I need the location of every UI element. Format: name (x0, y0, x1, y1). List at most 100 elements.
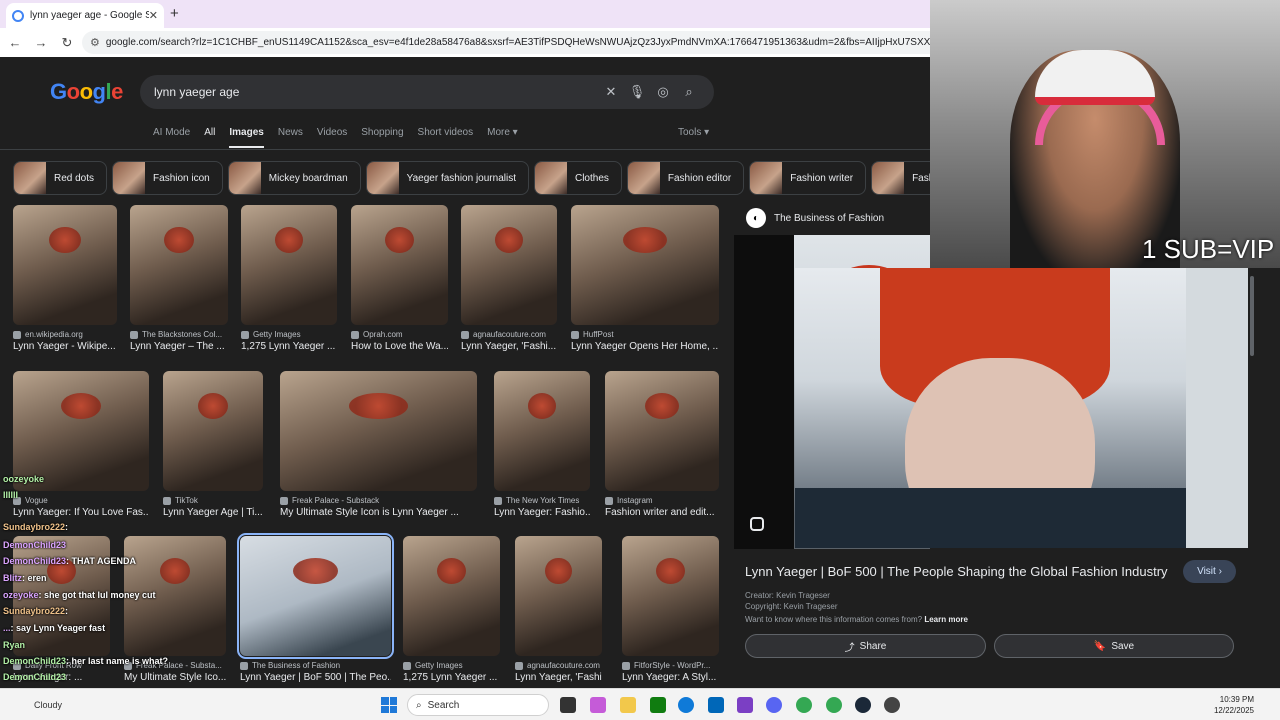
bookmark-icon: 🔖 (1093, 640, 1107, 652)
chip-fashion-writer[interactable]: Fashion writer (749, 161, 867, 195)
result-thumbnail[interactable] (571, 205, 719, 325)
result-thumbnail[interactable] (494, 371, 590, 491)
chip-mickey-boardman[interactable]: Mickey boardman (227, 161, 361, 195)
image-result[interactable]: Freak Palace - Substack My Ultimate Style… (280, 371, 477, 518)
tab-all[interactable]: All (204, 127, 215, 148)
steam-icon[interactable] (855, 697, 871, 713)
result-thumbnail[interactable] (237, 533, 394, 659)
info-text: Want to know where this information come… (745, 615, 923, 624)
image-result[interactable]: agnaufacouture.com Lynn Yaeger, 'Fashi... (461, 205, 557, 352)
search-icon[interactable]: ⌕ (676, 84, 702, 100)
image-result[interactable]: agnaufacouture.com Lynn Yaeger, 'Fashi... (515, 536, 602, 683)
browser-tab[interactable]: lynn yaeger age - Google Search ✕ (6, 3, 164, 28)
sub-vip-text: 1 SUB=VIP (1142, 234, 1275, 264)
source-favicon-icon (280, 496, 288, 505)
search-input[interactable]: lynn yaeger age (154, 85, 598, 99)
reload-button[interactable]: ↻ (56, 35, 78, 51)
tab-short-videos[interactable]: Short videos (418, 127, 474, 148)
result-thumbnail[interactable] (130, 205, 228, 325)
browser-toolbar: ← → ↻ ⚙ google.com/search?rlz=1C1CHBF_en… (0, 28, 942, 57)
image-result[interactable]: HuffPost Lynn Yaeger Opens Her Home, ... (571, 205, 719, 352)
chip-fashion-designer[interactable]: Fashion des (871, 161, 930, 195)
search-box[interactable]: lynn yaeger age ✕ 🎙 ◎ ⌕ (140, 75, 714, 109)
clock-time: 10:39 PM (1219, 695, 1254, 704)
voice-search-icon[interactable]: 🎙 (624, 84, 650, 100)
visit-button[interactable]: Visit › (1183, 560, 1236, 583)
store-icon[interactable] (708, 697, 724, 713)
app-icon[interactable] (884, 697, 900, 713)
taskbar-search[interactable]: ⌕ Search (407, 694, 549, 716)
result-thumbnail[interactable] (461, 205, 557, 325)
result-thumbnail[interactable] (403, 536, 500, 656)
site-info-icon[interactable]: ⚙ (90, 36, 100, 49)
google-logo[interactable]: Google (50, 79, 123, 105)
clock-date: 12/22/2025 (1213, 706, 1254, 715)
lens-search-icon[interactable] (750, 517, 764, 531)
image-result[interactable]: Getty Images 1,275 Lynn Yaeger ... (241, 205, 337, 352)
result-thumbnail[interactable] (515, 536, 602, 656)
image-result[interactable]: FitforStyle - WordPr... Lynn Yaeger: A St… (622, 536, 719, 683)
discord-icon[interactable] (766, 697, 782, 713)
result-thumbnail[interactable] (13, 205, 117, 325)
image-result-selected[interactable]: The Business of Fashion Lynn Yaeger | BoF… (237, 533, 394, 683)
new-tab-button[interactable]: + (170, 5, 179, 22)
image-result[interactable]: The Blackstones Col... Lynn Yaeger – The … (130, 205, 228, 352)
weather-widget[interactable]: Cloudy (34, 700, 62, 710)
panel-title[interactable]: Lynn Yaeger | BoF 500 | The People Shapi… (745, 564, 1168, 579)
result-thumbnail[interactable] (280, 371, 477, 491)
save-button[interactable]: 🔖 Save (994, 634, 1234, 658)
result-thumbnail[interactable] (622, 536, 719, 656)
tab-ai-mode[interactable]: AI Mode (153, 127, 190, 148)
windows-start-icon[interactable] (381, 697, 397, 713)
tools-button[interactable]: Tools ▾ (678, 127, 709, 138)
zoomed-preview-image[interactable] (795, 268, 1186, 548)
chip-fashion-icon[interactable]: Fashion icon (112, 161, 223, 195)
tab-news[interactable]: News (278, 127, 303, 148)
chrome-icon[interactable] (796, 697, 812, 713)
file-explorer-icon[interactable] (620, 697, 636, 713)
tab-videos[interactable]: Videos (317, 127, 347, 148)
chrome-icon[interactable] (826, 697, 842, 713)
share-button[interactable]: ⤴ Share (745, 634, 986, 658)
chip-red-dots[interactable]: Red dots (13, 161, 108, 195)
panel-source[interactable]: ◐ The Business of Fashion (746, 208, 884, 228)
source-favicon-icon (241, 330, 249, 339)
app-icon[interactable] (737, 697, 753, 713)
image-result[interactable]: Oprah.com How to Love the Wa... (351, 205, 448, 352)
google-favicon-icon (12, 9, 24, 22)
edge-icon[interactable] (678, 697, 694, 713)
image-result[interactable]: The New York Times Lynn Yaeger: Fashio... (494, 371, 590, 518)
tab-shopping[interactable]: Shopping (361, 127, 403, 148)
browser-tab-strip: lynn yaeger age - Google Search ✕ + (0, 0, 930, 28)
back-button[interactable]: ← (4, 35, 26, 50)
chip-clothes[interactable]: Clothes (533, 161, 622, 195)
source-favicon-icon (240, 661, 248, 670)
chat-message: DemonChild23 (3, 540, 67, 550)
tab-close-icon[interactable]: ✕ (149, 9, 158, 22)
address-bar[interactable]: ⚙ google.com/search?rlz=1C1CHBF_enUS1149… (82, 31, 942, 54)
result-thumbnail[interactable] (241, 205, 337, 325)
system-clock[interactable]: 10:39 PM 12/22/2025 (1214, 694, 1254, 716)
forward-button[interactable]: → (30, 35, 52, 50)
task-view-icon[interactable] (560, 697, 576, 713)
panel-scrollbar[interactable] (1249, 268, 1256, 678)
chip-fashion-editor[interactable]: Fashion editor (626, 161, 745, 195)
result-thumbnail[interactable] (605, 371, 719, 491)
clear-icon[interactable]: ✕ (598, 84, 624, 100)
learn-more-link[interactable]: Learn more (924, 615, 968, 624)
copilot-icon[interactable] (590, 697, 606, 713)
chat-message: DemonChild23: THAT AGENDA (3, 556, 137, 566)
chip-yaeger-fashion-journalist[interactable]: Yaeger fashion journalist (365, 161, 529, 195)
scrollbar-thumb[interactable] (1250, 276, 1254, 356)
lens-icon[interactable]: ◎ (650, 84, 676, 100)
tab-images[interactable]: Images (229, 127, 264, 148)
image-result[interactable]: en.wikipedia.org Lynn Yaeger - Wikipe... (13, 205, 117, 352)
chat-message: DemonChild23: her last name is what? (3, 656, 169, 666)
creator-text: Creator: Kevin Trageser (745, 591, 830, 600)
source-favicon-icon (351, 330, 359, 339)
result-thumbnail[interactable] (351, 205, 448, 325)
xbox-icon[interactable] (650, 697, 666, 713)
image-result[interactable]: Getty Images 1,275 Lynn Yaeger ... (403, 536, 500, 683)
image-result[interactable]: Instagram Fashion writer and edit... (605, 371, 719, 518)
tab-more[interactable]: More ▾ (487, 127, 518, 148)
